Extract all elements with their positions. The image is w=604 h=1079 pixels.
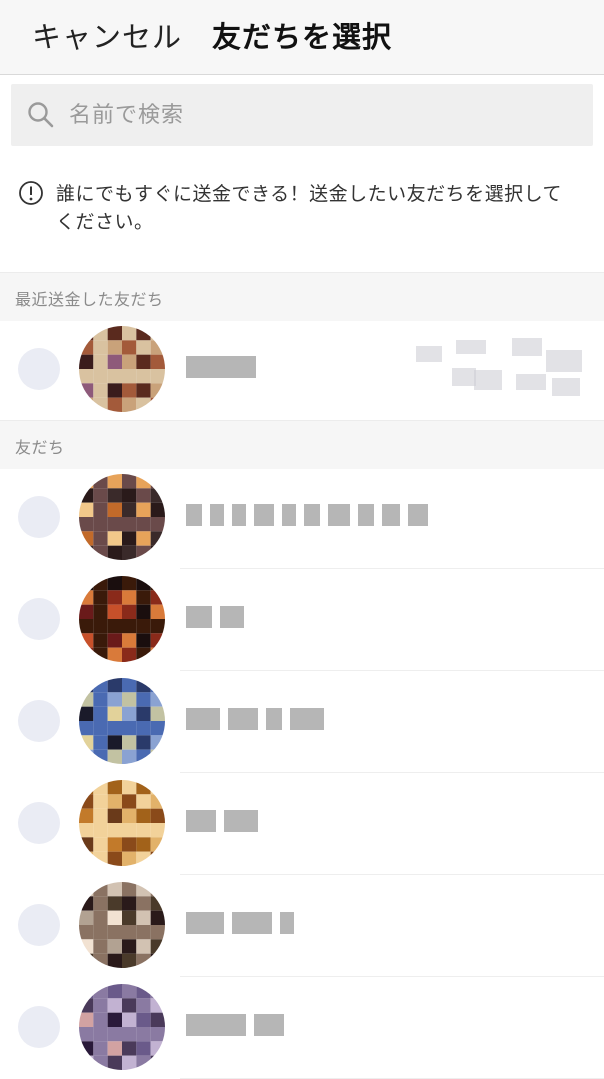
avatar-image (79, 678, 165, 764)
redacted-text (280, 912, 294, 934)
redacted-meta (416, 338, 586, 398)
avatar (79, 576, 165, 662)
friend-row[interactable] (0, 874, 604, 974)
redacted-text (282, 504, 296, 526)
avatar (79, 780, 165, 866)
redacted-block (546, 350, 582, 372)
avatar (79, 882, 165, 968)
redacted-text (228, 708, 258, 730)
notice-text: 誰にでもすぐに送金できる！送金したい友だちを選択してください。 (56, 183, 563, 233)
friend-row[interactable] (0, 670, 604, 770)
friend-name (186, 500, 436, 530)
redacted-text (186, 606, 212, 628)
friend-name (186, 704, 332, 734)
redacted-text (186, 912, 224, 934)
friend-name (186, 352, 264, 382)
redacted-text (186, 504, 202, 526)
avatar (79, 984, 165, 1070)
redacted-text (382, 504, 400, 526)
redacted-block (516, 374, 546, 390)
redacted-text (232, 912, 272, 934)
avatar-image (79, 780, 165, 866)
redacted-block (452, 368, 476, 386)
redacted-text (304, 504, 320, 526)
search-bar[interactable] (11, 84, 593, 146)
friend-row[interactable] (0, 466, 604, 566)
redacted-block (474, 370, 502, 390)
select-radio[interactable] (18, 1006, 60, 1048)
redacted-text (186, 708, 220, 730)
avatar-image (79, 474, 165, 560)
redacted-text (232, 504, 246, 526)
avatar (79, 326, 165, 412)
cancel-button[interactable]: キャンセル (32, 14, 182, 56)
avatar-image (79, 326, 165, 412)
page-title: 友だちを選択 (212, 20, 393, 54)
redacted-block (456, 340, 486, 354)
avatar (79, 678, 165, 764)
section-header-friends: 友だち (0, 420, 604, 469)
redacted-text (290, 708, 324, 730)
section-label: 最近送金した友だち (15, 290, 164, 309)
redacted-text (408, 504, 428, 526)
section-label: 友だち (15, 438, 65, 457)
search-icon (28, 102, 54, 128)
redacted-text (210, 504, 224, 526)
redacted-text (224, 810, 258, 832)
redacted-text (358, 504, 374, 526)
redacted-block (552, 378, 580, 396)
avatar-image (79, 984, 165, 1070)
redacted-text (186, 356, 256, 378)
friend-row[interactable] (0, 772, 604, 872)
redacted-text (254, 1014, 284, 1036)
select-radio[interactable] (18, 496, 60, 538)
select-radio[interactable] (18, 700, 60, 742)
redacted-text (328, 504, 350, 526)
recent-friend-row[interactable] (0, 318, 604, 418)
friend-row[interactable] (0, 976, 604, 1076)
select-radio[interactable] (18, 598, 60, 640)
redacted-text (220, 606, 244, 628)
search-input[interactable] (67, 101, 551, 129)
nav-bar: キャンセル 友だちを選択 (0, 0, 604, 75)
avatar (79, 474, 165, 560)
redacted-text (254, 504, 274, 526)
friend-name (186, 1010, 292, 1040)
select-radio[interactable] (18, 348, 60, 390)
redacted-text (266, 708, 282, 730)
select-radio[interactable] (18, 802, 60, 844)
friend-row[interactable] (0, 568, 604, 668)
redacted-text (186, 1014, 246, 1036)
info-icon (19, 181, 43, 205)
avatar-image (79, 576, 165, 662)
friend-name (186, 602, 252, 632)
redacted-block (512, 338, 542, 356)
friend-name (186, 908, 302, 938)
redacted-block (416, 346, 442, 362)
avatar-image (79, 882, 165, 968)
redacted-text (186, 810, 216, 832)
section-header-recent: 最近送金した友だち (0, 272, 604, 321)
select-radio[interactable] (18, 904, 60, 946)
friend-name (186, 806, 266, 836)
